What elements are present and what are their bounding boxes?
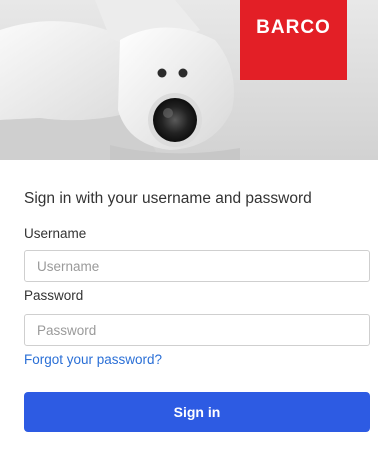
password-label: Password <box>24 288 84 303</box>
logo-text: BARCO <box>256 17 331 38</box>
password-input[interactable] <box>24 314 370 346</box>
username-label: Username <box>24 226 87 241</box>
form-heading: Sign in with your username and password <box>24 190 312 207</box>
sign-in-button[interactable]: Sign in <box>24 392 370 432</box>
forgot-password-link[interactable]: Forgot your password? <box>24 352 162 367</box>
barco-logo: BARCO <box>240 0 347 80</box>
username-input[interactable] <box>24 250 370 282</box>
hero-banner: BARCO <box>0 0 378 160</box>
